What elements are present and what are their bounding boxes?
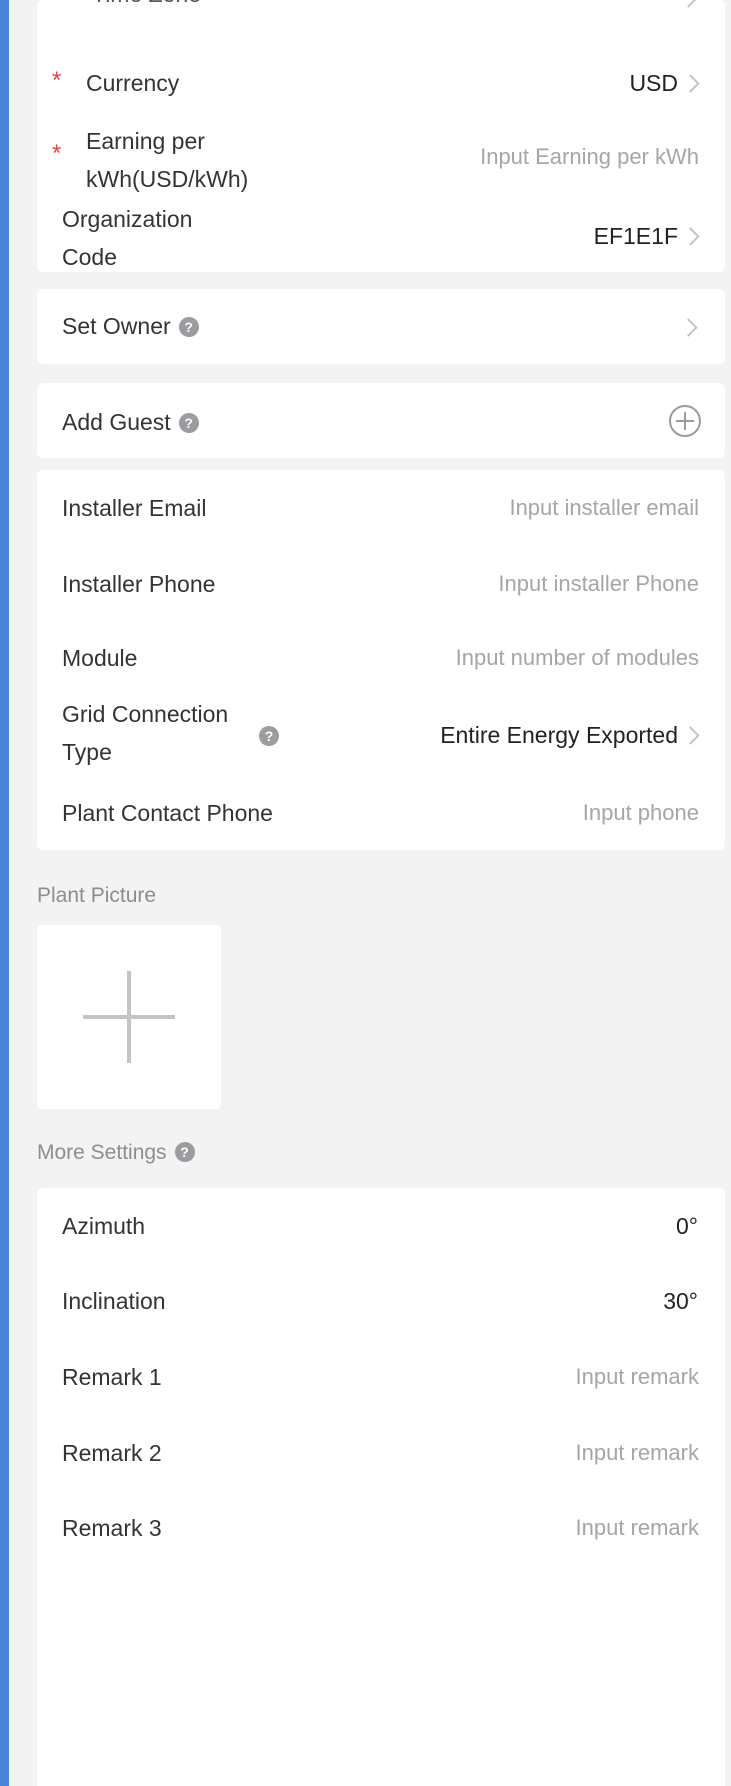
installer-phone-input[interactable]: Input installer Phone (498, 571, 699, 597)
installer-phone-row[interactable]: Installer Phone Input installer Phone (37, 546, 725, 622)
set-owner-text: Set Owner (62, 313, 171, 339)
add-guest-text: Add Guest (62, 409, 171, 435)
more-settings-title: More Settings? (37, 1141, 195, 1165)
add-guest-card: Add Guest? (37, 383, 725, 458)
earning-label: Earning per kWh(USD/kWh) (86, 122, 306, 198)
chevron-right-icon (679, 0, 698, 8)
grid-connection-type-value: Entire Energy Exported (440, 722, 678, 748)
set-owner-label: Set Owner? (62, 310, 199, 342)
module-label: Module (62, 645, 138, 671)
time-zone-label: Time Zone (92, 0, 201, 10)
azimuth-label: Azimuth (62, 1213, 146, 1239)
grid-connection-label-line2: Type (62, 739, 112, 765)
help-icon[interactable]: ? (178, 413, 199, 433)
grid-connection-type-label: Grid Connection Type (62, 695, 262, 771)
inclination-label: Inclination (62, 1288, 166, 1314)
left-accent-bar (0, 0, 9, 1786)
plant-contact-phone-row[interactable]: Plant Contact Phone Input phone (37, 774, 725, 850)
earning-input[interactable]: Input Earning per kWh (480, 144, 699, 170)
installer-email-input[interactable]: Input installer email (509, 495, 699, 521)
grid-connection-type-row[interactable]: Grid Connection Type ? Entire Energy Exp… (37, 694, 725, 774)
installer-card: Installer Email Input installer email In… (37, 470, 725, 850)
plant-picture-title: Plant Picture (37, 884, 157, 907)
earning-label-line2: kWh(USD/kWh) (86, 166, 249, 192)
help-icon[interactable]: ? (178, 317, 199, 337)
more-settings-text: More Settings (37, 1141, 167, 1164)
module-input[interactable]: Input number of modules (456, 645, 699, 671)
remark-3-label: Remark 3 (62, 1515, 162, 1541)
set-owner-card[interactable]: Set Owner? (37, 289, 725, 364)
organization-code-label: Organization Code (62, 200, 282, 276)
remark-2-label: Remark 2 (62, 1440, 162, 1466)
currency-row[interactable]: * Currency USD (37, 50, 725, 116)
installer-phone-label: Installer Phone (62, 571, 216, 597)
add-guest-plus-icon[interactable] (669, 405, 701, 437)
plant-contact-phone-label: Plant Contact Phone (62, 800, 273, 826)
chevron-right-icon (681, 227, 700, 246)
inclination-value: 30° (663, 1288, 698, 1314)
chevron-right-icon (681, 74, 700, 93)
remark-2-row[interactable]: Remark 2 Input remark (37, 1416, 725, 1492)
currency-label: Currency (86, 70, 180, 96)
organization-code-label-line1: Organization (62, 206, 193, 232)
more-settings-card: Azimuth 0° Inclination 30° Remark 1 Inpu… (37, 1188, 725, 1786)
time-zone-row[interactable]: Time Zone (37, 0, 725, 30)
required-mark: * (52, 140, 62, 167)
plant-contact-phone-input[interactable]: Input phone (583, 800, 699, 826)
installer-email-label: Installer Email (62, 495, 207, 521)
required-mark: * (52, 67, 62, 94)
remark-3-row[interactable]: Remark 3 Input remark (37, 1492, 725, 1568)
remark-2-input[interactable]: Input remark (576, 1440, 700, 1466)
add-guest-label: Add Guest? (62, 406, 199, 438)
help-icon[interactable]: ? (259, 726, 279, 746)
help-icon[interactable]: ? (174, 1142, 195, 1162)
module-row[interactable]: Module Input number of modules (37, 622, 725, 694)
remark-1-label: Remark 1 (62, 1364, 162, 1390)
chevron-right-icon (679, 318, 698, 337)
grid-connection-label-line1: Grid Connection (62, 701, 229, 727)
organization-code-row[interactable]: Organization Code EF1E1F (37, 194, 725, 270)
inclination-row[interactable]: Inclination 30° (37, 1264, 725, 1340)
currency-value: USD (629, 70, 678, 96)
remark-1-input[interactable]: Input remark (576, 1364, 700, 1390)
plant-picture-upload[interactable] (37, 925, 221, 1109)
earning-label-line1: Earning per (86, 128, 205, 154)
earning-row[interactable]: * Earning per kWh(USD/kWh) Input Earning… (37, 126, 725, 194)
basic-info-card: Time Zone * Currency USD * Earning per k… (37, 0, 725, 272)
organization-code-value: EF1E1F (593, 223, 678, 249)
installer-email-row[interactable]: Installer Email Input installer email (37, 470, 725, 546)
remark-3-input[interactable]: Input remark (576, 1515, 700, 1541)
azimuth-row[interactable]: Azimuth 0° (37, 1188, 725, 1264)
remark-1-row[interactable]: Remark 1 Input remark (37, 1340, 725, 1416)
organization-code-label-line2: Code (62, 244, 117, 270)
azimuth-value: 0° (676, 1213, 698, 1239)
chevron-right-icon (681, 726, 700, 745)
